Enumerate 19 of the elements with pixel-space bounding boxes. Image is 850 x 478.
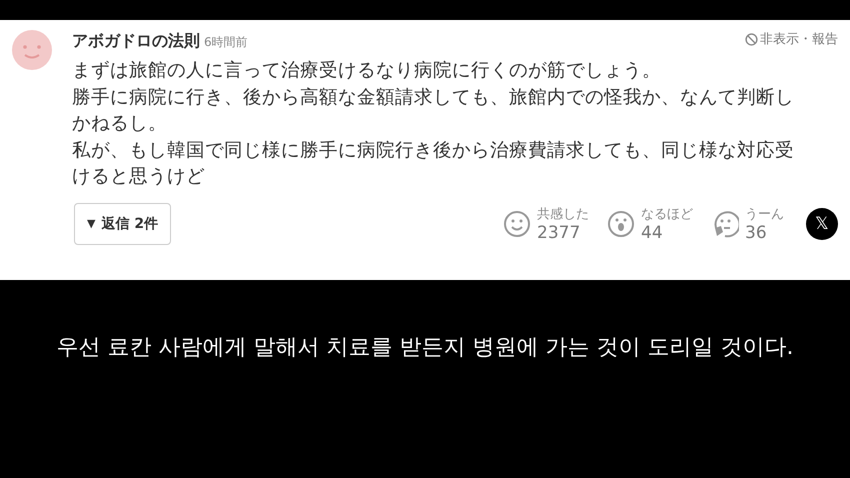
- surprised-face-icon[interactable]: [607, 210, 635, 238]
- subtitle-text: 우선 료칸 사람에게 말해서 치료를 받든지 병원에 가는 것이 도리일 것이다.: [56, 335, 794, 360]
- reaction-count: 36: [745, 224, 768, 242]
- reaction-count: 2377: [537, 224, 582, 242]
- share-x-button[interactable]: 𝕏: [806, 208, 838, 240]
- comment-paragraph: 勝手に病院に行き、後から高額な金額請求しても、旅館内での怪我か、なんて判断しかねるし。: [72, 86, 795, 136]
- comment-paragraph: まずは旅館の人に言って治療受けるなり病院に行くのが筋でしょう。: [72, 59, 662, 83]
- replies-button[interactable]: ▼ 返信 2件: [74, 202, 172, 244]
- avatar-icon: [12, 30, 52, 70]
- reaction-label: うーん: [745, 206, 784, 224]
- post-time: 6時間前: [204, 34, 248, 50]
- smiley-face-icon[interactable]: [503, 210, 531, 238]
- comment-paragraph: 私が、もし韓国で同じ様に勝手に病院行き後から治療費請求しても、同じ様な対応受けると思うけど: [72, 138, 795, 189]
- author-name[interactable]: アボガドロの法則: [72, 30, 200, 52]
- reaction-label: 共感した: [537, 206, 589, 224]
- reaction-count: 44: [641, 224, 664, 242]
- reaction-label: なるほど: [641, 206, 693, 224]
- hide-report-link[interactable]: 非表示・報告: [760, 30, 838, 48]
- block-icon[interactable]: [745, 32, 758, 46]
